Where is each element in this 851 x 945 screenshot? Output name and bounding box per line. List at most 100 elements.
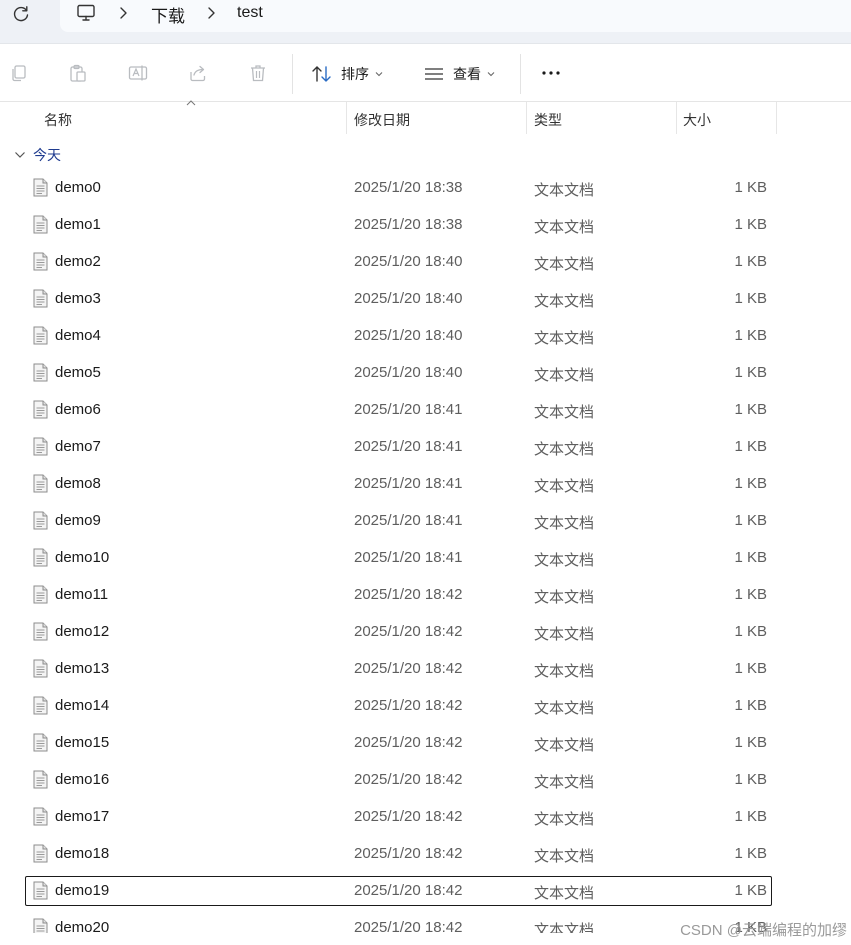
file-type: 文本文档 — [534, 700, 595, 717]
text-file-icon — [33, 252, 48, 271]
breadcrumb-item-test[interactable]: test — [237, 4, 263, 22]
chevron-down-icon — [15, 152, 25, 158]
file-size: 1 KB — [734, 734, 767, 751]
file-size: 1 KB — [734, 179, 767, 196]
file-type: 文本文档 — [534, 182, 595, 199]
file-row[interactable]: demo15 2025/1/20 18:42 文本文档 1 KB — [25, 728, 772, 758]
file-name: demo5 — [55, 364, 101, 381]
file-size: 1 KB — [734, 438, 767, 455]
file-size: 1 KB — [734, 327, 767, 344]
file-date: 2025/1/20 18:42 — [354, 660, 463, 677]
file-row[interactable]: demo5 2025/1/20 18:40 文本文档 1 KB — [25, 358, 772, 388]
file-size: 1 KB — [734, 549, 767, 566]
file-date: 2025/1/20 18:42 — [354, 882, 463, 899]
file-row[interactable]: demo20 2025/1/20 18:42 文本文档 1 KB — [25, 913, 772, 933]
text-file-icon — [33, 770, 48, 789]
file-name: demo3 — [55, 290, 101, 307]
column-divider[interactable] — [776, 102, 777, 134]
file-date: 2025/1/20 18:41 — [354, 401, 463, 418]
file-type: 文本文档 — [534, 885, 595, 902]
file-name: demo4 — [55, 327, 101, 344]
file-row[interactable]: demo11 2025/1/20 18:42 文本文档 1 KB — [25, 580, 772, 610]
file-row[interactable]: demo2 2025/1/20 18:40 文本文档 1 KB — [25, 247, 772, 277]
file-row[interactable]: demo6 2025/1/20 18:41 文本文档 1 KB — [25, 395, 772, 425]
column-header-type[interactable]: 类型 — [527, 102, 676, 136]
file-row[interactable]: demo17 2025/1/20 18:42 文本文档 1 KB — [25, 802, 772, 832]
file-row[interactable]: demo8 2025/1/20 18:41 文本文档 1 KB — [25, 469, 772, 499]
text-file-icon — [33, 881, 48, 900]
file-date: 2025/1/20 18:42 — [354, 697, 463, 714]
file-size: 1 KB — [734, 623, 767, 640]
chevron-right-icon[interactable] — [205, 5, 217, 21]
text-file-icon — [33, 511, 48, 530]
file-name: demo9 — [55, 512, 101, 529]
file-size: 1 KB — [734, 216, 767, 233]
file-type: 文本文档 — [534, 663, 595, 680]
file-row[interactable]: demo3 2025/1/20 18:40 文本文档 1 KB — [25, 284, 772, 314]
file-row[interactable]: demo4 2025/1/20 18:40 文本文档 1 KB — [25, 321, 772, 351]
file-row[interactable]: demo13 2025/1/20 18:42 文本文档 1 KB — [25, 654, 772, 684]
file-date: 2025/1/20 18:40 — [354, 364, 463, 381]
file-row[interactable]: demo16 2025/1/20 18:42 文本文档 1 KB — [25, 765, 772, 795]
address-bar: 下载 test — [0, 0, 851, 44]
file-date: 2025/1/20 18:42 — [354, 623, 463, 640]
file-type: 文本文档 — [534, 552, 595, 569]
text-file-icon — [33, 844, 48, 863]
group-label: 今天 — [33, 147, 61, 163]
view-button[interactable]: 查看 — [423, 60, 495, 88]
paste-icon[interactable] — [68, 63, 88, 83]
file-row[interactable]: demo10 2025/1/20 18:41 文本文档 1 KB — [25, 543, 772, 573]
view-label: 查看 — [453, 66, 481, 82]
file-size: 1 KB — [734, 586, 767, 603]
text-file-icon — [33, 400, 48, 419]
computer-icon[interactable] — [76, 3, 96, 23]
file-size: 1 KB — [734, 512, 767, 529]
file-type: 文本文档 — [534, 626, 595, 643]
file-size: 1 KB — [734, 660, 767, 677]
file-name: demo16 — [55, 771, 110, 788]
file-row[interactable]: demo0 2025/1/20 18:38 文本文档 1 KB — [25, 173, 772, 203]
column-header-size[interactable]: 大小 — [677, 102, 776, 136]
file-row[interactable]: demo18 2025/1/20 18:42 文本文档 1 KB — [25, 839, 772, 869]
sort-button[interactable]: 排序 — [311, 60, 383, 88]
file-size: 1 KB — [734, 290, 767, 307]
more-options-icon[interactable] — [541, 63, 561, 83]
file-row[interactable]: demo7 2025/1/20 18:41 文本文档 1 KB — [25, 432, 772, 462]
text-file-icon — [33, 363, 48, 382]
text-file-icon — [33, 696, 48, 715]
file-row[interactable]: demo14 2025/1/20 18:42 文本文档 1 KB — [25, 691, 772, 721]
file-type: 文本文档 — [534, 256, 595, 273]
view-icon — [425, 68, 443, 80]
file-date: 2025/1/20 18:41 — [354, 512, 463, 529]
refresh-icon[interactable] — [11, 4, 31, 24]
file-name: demo13 — [55, 660, 110, 677]
file-date: 2025/1/20 18:42 — [354, 808, 463, 825]
column-header-name[interactable]: 名称 — [0, 102, 346, 136]
file-date: 2025/1/20 18:41 — [354, 549, 463, 566]
breadcrumb[interactable]: 下载 test — [60, 0, 851, 32]
file-row[interactable]: demo12 2025/1/20 18:42 文本文档 1 KB — [25, 617, 772, 647]
file-size: 1 KB — [734, 253, 767, 270]
text-file-icon — [33, 178, 48, 197]
chevron-right-icon[interactable] — [117, 5, 129, 21]
group-header-today[interactable]: 今天 — [14, 144, 61, 166]
copy-icon[interactable] — [9, 63, 29, 83]
file-date: 2025/1/20 18:42 — [354, 771, 463, 788]
file-type: 文本文档 — [534, 589, 595, 606]
text-file-icon — [33, 215, 48, 234]
file-type: 文本文档 — [534, 515, 595, 532]
share-icon[interactable] — [188, 63, 208, 83]
column-header-date[interactable]: 修改日期 — [347, 102, 526, 136]
text-file-icon — [33, 437, 48, 456]
file-size: 1 KB — [734, 771, 767, 788]
file-type: 文本文档 — [534, 737, 595, 754]
breadcrumb-item-downloads[interactable]: 下载 — [151, 2, 185, 27]
rename-icon[interactable] — [128, 63, 148, 83]
file-row[interactable]: demo9 2025/1/20 18:41 文本文档 1 KB — [25, 506, 772, 536]
file-name: demo0 — [55, 179, 101, 196]
file-row[interactable]: demo1 2025/1/20 18:38 文本文档 1 KB — [25, 210, 772, 240]
text-file-icon — [33, 474, 48, 493]
file-name: demo18 — [55, 845, 110, 862]
file-row[interactable]: demo19 2025/1/20 18:42 文本文档 1 KB — [25, 876, 772, 906]
delete-icon[interactable] — [248, 63, 268, 83]
